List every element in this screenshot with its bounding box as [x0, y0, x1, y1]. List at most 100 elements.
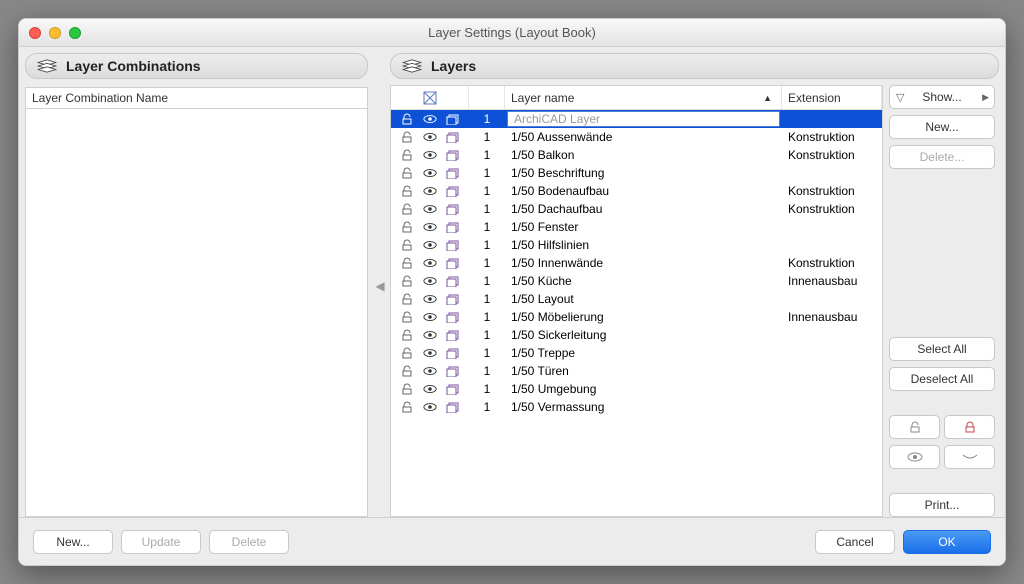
layer-icon[interactable] — [446, 149, 460, 161]
lock-icon[interactable] — [400, 275, 414, 287]
layer-name: 1/50 Umgebung — [505, 382, 782, 396]
ok-button[interactable]: OK — [903, 530, 991, 554]
layer-row[interactable]: 1 1/50 Möbelierung Innenausbau — [391, 308, 882, 326]
layer-name: 1/50 Aussenwände — [505, 130, 782, 144]
lock-icon[interactable] — [400, 149, 414, 161]
lock-icon[interactable] — [400, 203, 414, 215]
hide-toggle-button[interactable] — [944, 445, 995, 469]
lock-icon[interactable] — [400, 239, 414, 251]
show-filter-button[interactable]: ▽ Show... ▶ — [889, 85, 995, 109]
layer-row[interactable]: 1 1/50 Hilfslinien — [391, 236, 882, 254]
layer-number: 1 — [469, 400, 505, 414]
print-button[interactable]: Print... — [889, 493, 995, 517]
lock-icon[interactable] — [400, 185, 414, 197]
collapse-toggle[interactable]: ◀ — [374, 47, 386, 517]
layer-row[interactable]: 1 1/50 Dachaufbau Konstruktion — [391, 200, 882, 218]
layer-icon[interactable] — [446, 131, 460, 143]
new-layer-button[interactable]: New... — [889, 115, 995, 139]
lock-icon[interactable] — [400, 221, 414, 233]
select-all-button[interactable]: Select All — [889, 337, 995, 361]
layer-row[interactable]: 1 1/50 Layout — [391, 290, 882, 308]
lock-closed-button[interactable] — [944, 415, 995, 439]
eye-icon[interactable] — [423, 221, 437, 233]
layer-row[interactable]: 1 1/50 Fenster — [391, 218, 882, 236]
eye-icon[interactable] — [423, 203, 437, 215]
layer-icon[interactable] — [446, 275, 460, 287]
number-column-header[interactable] — [469, 86, 505, 109]
new-combination-button[interactable]: New... — [33, 530, 113, 554]
eye-icon[interactable] — [423, 167, 437, 179]
eye-icon[interactable] — [423, 113, 437, 125]
combination-name-column[interactable]: Layer Combination Name — [25, 87, 368, 109]
layer-row[interactable]: 1 1/50 Küche Innenausbau — [391, 272, 882, 290]
lock-icon[interactable] — [400, 365, 414, 377]
eye-icon[interactable] — [423, 365, 437, 377]
eye-icon[interactable] — [423, 275, 437, 287]
lock-icon[interactable] — [400, 329, 414, 341]
layer-row[interactable]: 1 1/50 Treppe — [391, 344, 882, 362]
layer-combinations-header: Layer Combinations — [25, 53, 368, 79]
layer-icon[interactable] — [446, 185, 460, 197]
delete-combination-button[interactable]: Delete — [209, 530, 289, 554]
layer-icon[interactable] — [446, 203, 460, 215]
layer-name[interactable]: ArchiCAD Layer — [507, 111, 780, 127]
eye-icon[interactable] — [423, 131, 437, 143]
layer-extension: Konstruktion — [782, 184, 882, 198]
layer-row[interactable]: 1 1/50 Aussenwände Konstruktion — [391, 128, 882, 146]
layer-icon[interactable] — [446, 383, 460, 395]
eye-icon[interactable] — [423, 185, 437, 197]
layer-row[interactable]: 1 ArchiCAD Layer — [391, 110, 882, 128]
eye-icon[interactable] — [423, 347, 437, 359]
icon-columns-header[interactable] — [391, 86, 469, 109]
layer-row[interactable]: 1 1/50 Bodenaufbau Konstruktion — [391, 182, 882, 200]
cancel-button[interactable]: Cancel — [815, 530, 895, 554]
lock-icon[interactable] — [400, 167, 414, 179]
layer-icon[interactable] — [446, 329, 460, 341]
show-toggle-button[interactable] — [889, 445, 940, 469]
layer-icon[interactable] — [446, 401, 460, 413]
delete-layer-button[interactable]: Delete... — [889, 145, 995, 169]
lock-icon[interactable] — [400, 311, 414, 323]
layer-icon[interactable] — [446, 311, 460, 323]
layer-row[interactable]: 1 1/50 Türen — [391, 362, 882, 380]
eye-icon[interactable] — [423, 293, 437, 305]
eye-icon[interactable] — [423, 239, 437, 251]
layer-combinations-list[interactable] — [25, 109, 368, 517]
layer-icon[interactable] — [446, 239, 460, 251]
layer-icon[interactable] — [446, 257, 460, 269]
eye-icon[interactable] — [423, 311, 437, 323]
lock-icon[interactable] — [400, 131, 414, 143]
layer-icon[interactable] — [446, 293, 460, 305]
layer-row[interactable]: 1 1/50 Umgebung — [391, 380, 882, 398]
eye-icon[interactable] — [423, 329, 437, 341]
layer-name-column-header[interactable]: Layer name ▲ — [505, 86, 782, 109]
lock-icon[interactable] — [400, 113, 414, 125]
layer-icon[interactable] — [446, 221, 460, 233]
extension-column-header[interactable]: Extension — [782, 86, 882, 109]
eye-icon[interactable] — [423, 149, 437, 161]
layer-row[interactable]: 1 1/50 Balkon Konstruktion — [391, 146, 882, 164]
unlock-icon — [908, 421, 922, 433]
lock-icon[interactable] — [400, 401, 414, 413]
layer-icon[interactable] — [446, 365, 460, 377]
update-combination-button[interactable]: Update — [121, 530, 201, 554]
eye-icon[interactable] — [423, 383, 437, 395]
layer-row[interactable]: 1 1/50 Beschriftung — [391, 164, 882, 182]
lock-icon[interactable] — [400, 293, 414, 305]
deselect-all-button[interactable]: Deselect All — [889, 367, 995, 391]
layer-icon[interactable] — [446, 167, 460, 179]
layers-table: Layer name ▲ Extension 1 ArchiCAD Layer — [390, 85, 883, 517]
layer-row[interactable]: 1 1/50 Vermassung — [391, 398, 882, 416]
layer-row[interactable]: 1 1/50 Innenwände Konstruktion — [391, 254, 882, 272]
layer-icon[interactable] — [446, 347, 460, 359]
lock-icon[interactable] — [400, 347, 414, 359]
layer-row[interactable]: 1 1/50 Sickerleitung — [391, 326, 882, 344]
layers-panel: Layers Layer name ▲ Extension — [386, 47, 1005, 517]
eye-icon[interactable] — [423, 401, 437, 413]
eye-icon[interactable] — [423, 257, 437, 269]
layer-icon[interactable] — [446, 113, 460, 125]
lock-toggle-button[interactable] — [889, 415, 940, 439]
layer-name: 1/50 Dachaufbau — [505, 202, 782, 216]
lock-icon[interactable] — [400, 383, 414, 395]
lock-icon[interactable] — [400, 257, 414, 269]
